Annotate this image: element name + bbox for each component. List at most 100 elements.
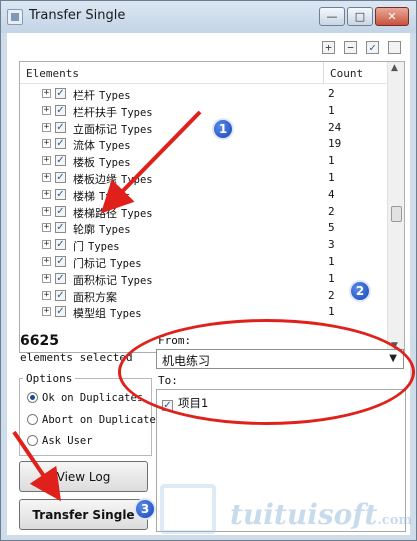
row-count: 1	[328, 305, 335, 319]
step-3-badge: 3	[134, 498, 156, 520]
expand-icon[interactable]: +	[42, 206, 51, 216]
tree-row[interactable]: + ✓ 楼板 Types 1	[20, 153, 388, 170]
row-label: 立面标记 Types	[73, 121, 153, 137]
checkbox-checked-icon[interactable]: ✓	[55, 306, 66, 318]
expand-icon[interactable]: +	[42, 156, 51, 166]
window-title: Transfer Single	[29, 8, 126, 23]
uncheck-all-icon[interactable]	[388, 41, 401, 54]
selected-count: 6625	[20, 333, 59, 349]
checkbox-checked-icon[interactable]: ✓	[55, 239, 66, 251]
tree-row[interactable]: + ✓ 流体 Types 19	[20, 136, 388, 153]
tree-row[interactable]: + ✓ 楼板边缘 Types 1	[20, 170, 388, 187]
vertical-scrollbar[interactable]: ▲ ▼	[387, 62, 404, 352]
row-label: 模型组 Types	[73, 305, 142, 321]
checkbox-checked-icon[interactable]: ✓	[55, 272, 66, 284]
row-suffix: Types	[121, 123, 153, 136]
row-suffix: Types	[110, 308, 142, 321]
row-name: 流体	[73, 139, 95, 153]
expand-icon[interactable]: +	[42, 290, 51, 300]
row-name: 模型组	[73, 307, 106, 321]
watermark-suffix: .com	[377, 513, 413, 528]
row-label: 楼板边缘 Types	[73, 171, 153, 187]
expand-icon[interactable]: +	[42, 307, 51, 317]
radio-ask-user[interactable]: Ask User	[27, 435, 93, 447]
minimize-icon: —	[326, 10, 338, 23]
tree-row[interactable]: + ✓ 楼梯 Types 4	[20, 187, 388, 204]
column-header-count[interactable]: Count	[330, 67, 363, 80]
row-count: 19	[328, 137, 342, 151]
row-label: 流体 Types	[73, 137, 131, 153]
row-name: 楼板边缘	[73, 172, 117, 186]
scroll-thumb[interactable]	[391, 206, 402, 222]
column-divider[interactable]	[323, 62, 324, 84]
checkbox-checked-icon[interactable]: ✓	[55, 104, 66, 116]
checkbox-checked-icon[interactable]: ✓	[55, 121, 66, 133]
radio-abort-on-duplicate[interactable]: Abort on Duplicate	[27, 414, 156, 426]
row-suffix: Types	[121, 173, 153, 186]
tree-row[interactable]: + ✓ 面积标记 Types 1	[20, 271, 388, 288]
expand-icon[interactable]: +	[42, 223, 51, 233]
tree-row[interactable]: + ✓ 立面标记 Types 24	[20, 120, 388, 137]
row-count: 1	[328, 271, 335, 285]
tree-row[interactable]: + ✓ 楼梯路径 Types 2	[20, 204, 388, 221]
row-count: 3	[328, 238, 335, 252]
view-log-button[interactable]: View Log	[19, 461, 148, 492]
tree-row[interactable]: + ✓ 栏杆扶手 Types 1	[20, 103, 388, 120]
row-name: 栏杆扶手	[73, 105, 117, 119]
expand-icon[interactable]: +	[42, 273, 51, 283]
row-count: 2	[328, 204, 335, 218]
checkbox-checked-icon[interactable]: ✓	[55, 255, 66, 267]
row-label: 面积方案	[73, 289, 121, 305]
checkbox-checked-icon[interactable]: ✓	[55, 205, 66, 217]
row-label: 轮廓 Types	[73, 221, 131, 237]
tree-row[interactable]: + ✓ 轮廓 Types 5	[20, 220, 388, 237]
expand-icon[interactable]: +	[42, 240, 51, 250]
tree-row[interactable]: + ✓ 门标记 Types 1	[20, 254, 388, 271]
maximize-icon: □	[354, 10, 366, 23]
checkbox-checked-icon[interactable]: ✓	[55, 88, 66, 99]
maximize-button[interactable]: □	[347, 7, 373, 26]
transfer-single-button[interactable]: Transfer Single	[19, 499, 148, 530]
row-name: 楼板	[73, 156, 95, 170]
row-name: 立面标记	[73, 122, 117, 136]
minimize-button[interactable]: —	[319, 7, 345, 26]
radio-label: Abort on Duplicate	[42, 414, 156, 426]
expand-icon[interactable]: +	[42, 256, 51, 266]
expand-icon[interactable]: +	[42, 122, 51, 132]
collapse-all-icon[interactable]: −	[344, 41, 357, 54]
checkbox-checked-icon[interactable]: ✓	[55, 138, 66, 150]
checkbox-checked-icon[interactable]: ✓	[55, 289, 66, 301]
row-count: 1	[328, 154, 335, 168]
tree-row[interactable]: + ✓ 模型组 Types 1	[20, 304, 388, 321]
expand-icon[interactable]: +	[42, 172, 51, 182]
check-all-icon[interactable]: ✓	[366, 41, 379, 54]
column-header-elements[interactable]: Elements	[26, 67, 79, 80]
expand-icon[interactable]: +	[42, 89, 51, 98]
checkbox-checked-icon[interactable]: ✓	[55, 155, 66, 167]
expand-all-icon[interactable]: +	[322, 41, 335, 54]
elements-tree-grid[interactable]: Elements Count + ✓ 栏杆 Types 2 + ✓ 栏杆扶手 Types 1 + ✓ 立…	[19, 61, 405, 353]
tree-row[interactable]: + ✓ 面积方案 2	[20, 288, 388, 305]
expand-icon[interactable]: +	[42, 139, 51, 149]
expand-icon[interactable]: +	[42, 189, 51, 199]
tree-row[interactable]: + ✓ 栏杆 Types 2	[20, 86, 388, 103]
checkbox-checked-icon[interactable]: ✓	[55, 171, 66, 183]
scroll-up-icon[interactable]: ▲	[391, 63, 398, 73]
dialog-body: + − ✓ Elements Count + ✓ 栏杆 Types 2 + ✓ 栏杆扶手 Typ…	[7, 33, 410, 535]
expand-icon[interactable]: +	[42, 105, 51, 115]
radio-label: Ask User	[42, 435, 93, 447]
app-icon	[7, 9, 23, 25]
checkbox-checked-icon[interactable]: ✓	[55, 222, 66, 234]
checkbox-checked-icon[interactable]: ✓	[55, 188, 66, 200]
row-label: 门 Types	[73, 238, 120, 254]
tree-row[interactable]: + ✓ 门 Types 3	[20, 237, 388, 254]
row-suffix: Types	[121, 274, 153, 287]
row-name: 楼梯路径	[73, 206, 117, 220]
close-button[interactable]: ✕	[375, 7, 409, 26]
options-legend: Options	[23, 372, 76, 385]
row-name: 轮廓	[73, 223, 95, 237]
radio-ok-on-duplicates[interactable]: Ok on Duplicates	[27, 392, 143, 404]
row-name: 门标记	[73, 256, 106, 270]
row-count: 1	[328, 254, 335, 268]
selected-label: elements selected	[20, 351, 133, 364]
